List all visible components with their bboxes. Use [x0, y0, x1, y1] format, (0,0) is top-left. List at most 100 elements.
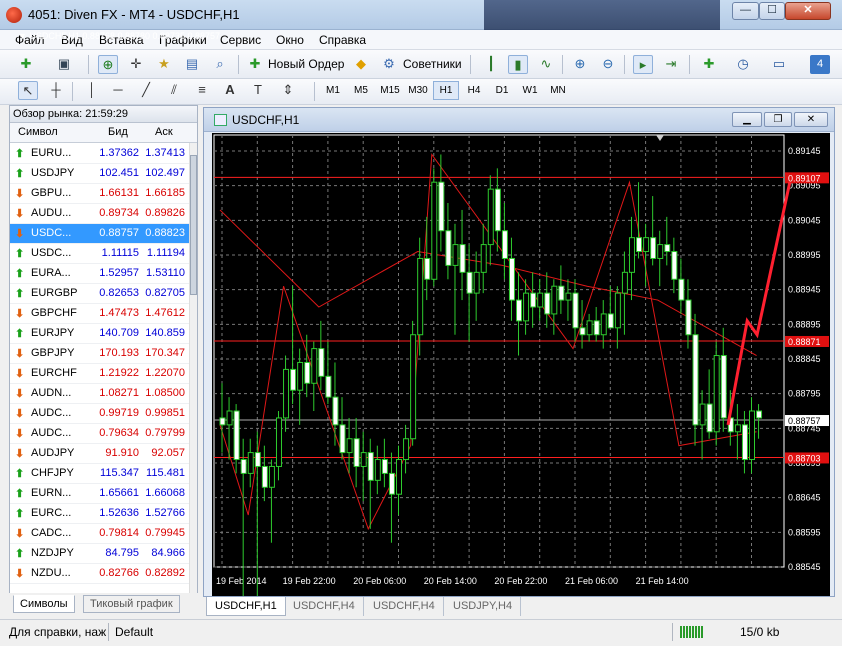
candle-body [254, 452, 261, 467]
price-chart[interactable]: 0.89145 0.89095 0.89045 0.88995 0.88945 0.888… [212, 133, 830, 596]
fibonacci-icon[interactable]: ≡ [192, 81, 212, 100]
market-watch-row[interactable]: ⬆ EURGBP 0.82653 0.82705 [10, 284, 189, 304]
market-watch-icon[interactable]: ⊕ [98, 55, 118, 74]
market-watch-row[interactable]: ⬇ AUDJPY 91.910 92.057 [10, 444, 189, 464]
menu-tools[interactable]: Сервис [220, 33, 261, 47]
tab-symbols[interactable]: Символы [13, 595, 75, 613]
arrow-down-icon: ⬇ [15, 388, 25, 400]
y-axis-tick-label: 0.88995 [788, 250, 821, 260]
candle-body [226, 410, 233, 426]
market-watch-row[interactable]: ⬆ NZDJPY 84.795 84.966 [10, 544, 189, 564]
chart-tab-usdchf-h1[interactable]: USDCHF,H1 [206, 597, 286, 616]
candle-body [614, 292, 621, 329]
timeframe-m1[interactable]: M1 [320, 81, 346, 100]
maximize-button[interactable]: ☐ [759, 2, 785, 20]
line-chart-icon[interactable]: ∿ [536, 55, 556, 74]
navigator-icon[interactable]: ★ [154, 55, 174, 74]
scrollbar-thumb[interactable] [190, 155, 197, 295]
minimize-button[interactable]: — [732, 2, 759, 20]
new-order-button[interactable]: Новый Ордер [266, 55, 344, 74]
data-window-icon[interactable]: ✛ [126, 55, 146, 74]
candle-body [431, 181, 438, 280]
expert-advisors-icon[interactable]: ⚙ [379, 55, 399, 74]
market-watch-row[interactable]: ⬆ EURU... 1.37362 1.37413 [10, 144, 189, 164]
market-watch-row[interactable]: ⬇ GBPU... 1.66131 1.66185 [10, 184, 189, 204]
column-bid[interactable]: Бид [108, 126, 128, 138]
channel-icon[interactable]: ⫽ [164, 81, 184, 100]
market-watch-row[interactable]: ⬆ EURA... 1.52957 1.53110 [10, 264, 189, 284]
crosshair-icon[interactable]: ┼ [46, 81, 66, 100]
tab-tick-chart[interactable]: Тиковый график [83, 595, 180, 613]
market-watch-row[interactable]: ⬇ EURCHF 1.21922 1.22070 [10, 364, 189, 384]
chart-tab-usdjpy-h4[interactable]: USDJPY,H4 [445, 597, 522, 616]
trendline-icon[interactable]: ╱ [136, 81, 156, 100]
market-watch-row[interactable]: ⬇ AUDU... 0.89734 0.89826 [10, 204, 189, 224]
market-watch-scrollbar[interactable] [189, 143, 197, 613]
candle-body [459, 244, 466, 273]
timeframe-m5[interactable]: M5 [348, 81, 374, 100]
timeframe-mn[interactable]: MN [545, 81, 571, 100]
market-watch-row[interactable]: ⬇ GBPCHF 1.47473 1.47612 [10, 304, 189, 324]
market-watch-row[interactable]: ⬇ AUDN... 1.08271 1.08500 [10, 384, 189, 404]
market-watch-row[interactable]: ⬇ CADC... 0.79814 0.79945 [10, 524, 189, 544]
market-watch-row[interactable]: ⬆ USDC... 1.11115 1.11194 [10, 244, 189, 264]
cursor-icon[interactable]: ↖ [18, 81, 38, 100]
candle-body [692, 334, 699, 426]
text-icon[interactable]: A [220, 81, 240, 100]
row-bid: 0.99719 [99, 407, 139, 419]
market-watch-row[interactable]: ⬇ GBPJPY 170.193 170.347 [10, 344, 189, 364]
zoom-out-icon[interactable]: ⊖ [598, 55, 618, 74]
market-watch-row[interactable]: ⬆ USDJPY 102.451 102.497 [10, 164, 189, 184]
chart-close-button[interactable]: ✕ [794, 112, 828, 127]
market-watch-row[interactable]: ⬆ EURN... 1.65661 1.66068 [10, 484, 189, 504]
timeframe-h1[interactable]: H1 [433, 81, 459, 100]
new-chart-icon[interactable]: ✚ [16, 55, 36, 74]
column-ask[interactable]: Аск [155, 126, 173, 138]
text-label-icon[interactable]: T [248, 81, 268, 100]
market-watch-row[interactable]: ⬇ NZDU... 0.82766 0.82892 [10, 564, 189, 584]
expert-advisors-button[interactable]: Советники [401, 55, 462, 74]
x-axis-tick-label: 21 Feb 06:00 [565, 576, 618, 586]
candlestick-chart-icon[interactable]: ▮ [508, 55, 528, 74]
timeframe-m15[interactable]: M15 [376, 81, 404, 100]
timeframe-m30[interactable]: M30 [404, 81, 432, 100]
vertical-line-icon[interactable]: │ [82, 81, 102, 100]
chart-canvas[interactable]: 0.891450.890950.890450.889950.889450.888… [212, 133, 830, 596]
new-order-icon[interactable]: ✚ [245, 55, 265, 74]
terminal-icon[interactable]: ▤ [182, 55, 202, 74]
bar-chart-icon[interactable]: ┃ [481, 55, 501, 74]
arrows-icon[interactable]: ⇕ [278, 81, 298, 100]
close-button[interactable]: ✕ [785, 2, 831, 20]
row-symbol: AUDU... [31, 207, 72, 219]
zoom-in-icon[interactable]: ⊕ [570, 55, 590, 74]
auto-scroll-icon[interactable]: ▸ [633, 55, 653, 74]
market-watch-row[interactable]: ⬇ USDC... 0.88757 0.88823 [10, 224, 189, 244]
indicators-icon[interactable]: ✚ [699, 55, 719, 74]
column-symbol[interactable]: Символ [18, 126, 58, 138]
row-symbol: CADC... [31, 527, 72, 539]
market-watch-row[interactable]: ⬇ AUDC... 0.79634 0.79799 [10, 424, 189, 444]
market-watch-row[interactable]: ⬆ EURC... 1.52636 1.52766 [10, 504, 189, 524]
candle-body [756, 410, 763, 419]
tester-icon[interactable]: ⌕ [210, 55, 230, 74]
badge-counter[interactable]: 4 [810, 55, 830, 74]
chart-tab-usdchf-h4[interactable]: USDCHF,H4 [285, 597, 364, 616]
menu-help[interactable]: Справка [319, 33, 366, 47]
chart-minimize-button[interactable]: ▁ [732, 112, 762, 127]
row-symbol: NZDU... [31, 567, 71, 579]
profiles-icon[interactable]: ▣ [54, 55, 74, 74]
chart-tab-usdchf-h4-2[interactable]: USDCHF,H4 [365, 597, 444, 616]
market-watch-row[interactable]: ⬇ AUDC... 0.99719 0.99851 [10, 404, 189, 424]
market-watch-row[interactable]: ⬆ CHFJPY 115.347 115.481 [10, 464, 189, 484]
menu-window[interactable]: Окно [276, 33, 304, 47]
timeframe-d1[interactable]: D1 [489, 81, 515, 100]
chart-restore-button[interactable]: ❐ [764, 112, 792, 127]
timeframe-h4[interactable]: H4 [461, 81, 487, 100]
chart-shift-icon[interactable]: ⇥ [661, 55, 681, 74]
toolbar-separator [314, 82, 315, 101]
market-watch-row[interactable]: ⬆ EURJPY 140.709 140.859 [10, 324, 189, 344]
periods-icon[interactable]: ◷ [733, 55, 753, 74]
templates-icon[interactable]: ▭ [769, 55, 789, 74]
horizontal-line-icon[interactable]: ─ [108, 81, 128, 100]
timeframe-w1[interactable]: W1 [517, 81, 543, 100]
